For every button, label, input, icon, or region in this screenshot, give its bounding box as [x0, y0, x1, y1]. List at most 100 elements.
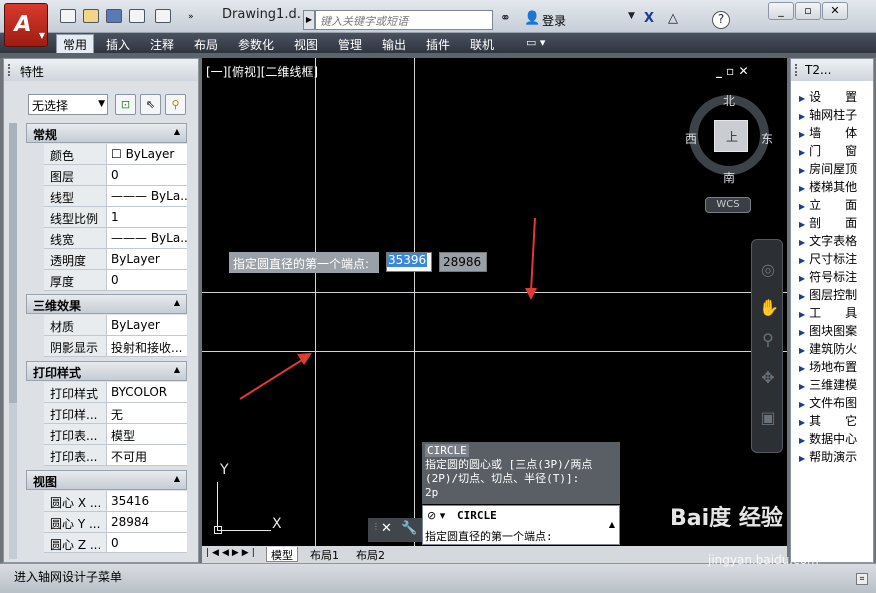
command-prompt-icon[interactable]: ⊘ ▾: [427, 509, 445, 522]
application-menu-button[interactable]: A ▼: [4, 3, 48, 47]
t2-menu-item[interactable]: ▶ 工 具: [799, 304, 873, 322]
more-tools-icon[interactable]: »: [188, 12, 194, 22]
prop-row[interactable]: 材质 ByLayer: [44, 315, 187, 336]
prop-value[interactable]: ByLayer: [108, 315, 187, 335]
prop-value[interactable]: ☐ ByLayer: [108, 144, 187, 164]
prop-value[interactable]: ByLayer: [108, 249, 187, 269]
t2-menu-item[interactable]: ▶ 图块图案: [799, 322, 873, 340]
t2-menu-item[interactable]: ▶ 墙 体: [799, 124, 873, 142]
tab-layout2[interactable]: 布局2: [352, 547, 389, 562]
close-button[interactable]: ✕: [822, 2, 848, 20]
prop-value[interactable]: 35416: [108, 491, 187, 511]
t2-menu-item[interactable]: ▶ 房间屋顶: [799, 160, 873, 178]
t2-menu-item[interactable]: ▶ 文字表格: [799, 232, 873, 250]
search-input[interactable]: 键入关键字或短语: [315, 10, 493, 30]
t2-menu-item[interactable]: ▶ 数据中心: [799, 430, 873, 448]
prop-value[interactable]: 1: [108, 207, 187, 227]
prop-row[interactable]: 圆心 Z ... 0: [44, 533, 187, 553]
command-line[interactable]: ⊘ ▾ CIRCLE 指定圆直径的第一个端点: ▲: [422, 505, 620, 545]
t2-menu-item[interactable]: ▶ 建筑防火: [799, 340, 873, 358]
prop-value[interactable]: 28984: [108, 512, 187, 532]
prop-row[interactable]: 线宽 ——— ByLa...: [44, 228, 187, 249]
tab-parametric[interactable]: 参数化: [232, 35, 280, 54]
layout-nav-icons[interactable]: |◀◀▶▶|: [206, 548, 258, 558]
minimize-button[interactable]: _: [768, 2, 794, 20]
prop-row[interactable]: 圆心 X ... 35416: [44, 491, 187, 512]
tab-manage[interactable]: 管理: [332, 35, 368, 54]
t2-menu-item[interactable]: ▶ 轴网柱子: [799, 106, 873, 124]
prop-row[interactable]: 打印表... 不可用: [44, 445, 187, 466]
select-objects-icon[interactable]: ⇖: [140, 94, 161, 115]
t2-menu-item[interactable]: ▶ 门 窗: [799, 142, 873, 160]
toggle-pickadd-icon[interactable]: ⊡: [115, 94, 136, 115]
prop-row[interactable]: 线型比例 1: [44, 207, 187, 228]
prop-value[interactable]: 0: [108, 533, 187, 552]
plot-icon[interactable]: [155, 9, 171, 23]
t2-menu-item[interactable]: ▶ 设 置: [799, 88, 873, 106]
grip-icon[interactable]: ⋮: [372, 522, 380, 531]
open-folder-icon[interactable]: [83, 9, 99, 23]
help-icon[interactable]: ?: [712, 11, 730, 29]
t2-menu-item[interactable]: ▶ 剖 面: [799, 214, 873, 232]
prop-row[interactable]: 圆心 Y ... 28984: [44, 512, 187, 533]
prop-row[interactable]: 阴影显示 投射和接收...: [44, 336, 187, 357]
tab-output[interactable]: 输出: [376, 35, 412, 54]
chevron-down-icon[interactable]: ▼: [628, 11, 635, 21]
grip-icon[interactable]: [8, 64, 12, 76]
tab-online[interactable]: 联机: [464, 35, 500, 54]
tab-layout1[interactable]: 布局1: [306, 547, 343, 562]
expand-history-icon[interactable]: ▲: [609, 520, 615, 529]
props-scrollbar[interactable]: [9, 123, 17, 559]
tab-annotate[interactable]: 注释: [144, 35, 180, 54]
t2-menu-item[interactable]: ▶ 其 它: [799, 412, 873, 430]
t2-menu-item[interactable]: ▶ 场地布置: [799, 358, 873, 376]
prop-value[interactable]: 无: [108, 403, 187, 423]
restore-button[interactable]: ▫: [795, 2, 821, 20]
binoculars-icon[interactable]: ⚭: [500, 11, 511, 26]
coord-y-input[interactable]: 28986: [439, 252, 487, 272]
t2-menu-item[interactable]: ▶ 文件布图: [799, 394, 873, 412]
login-button[interactable]: 登录: [542, 12, 566, 29]
prop-value[interactable]: ——— ByLa...: [108, 186, 187, 206]
prop-value[interactable]: 投射和接收...: [108, 336, 187, 356]
exchange-icon[interactable]: X: [644, 11, 654, 26]
prop-row[interactable]: 打印样式 BYCOLOR: [44, 382, 187, 403]
prop-value[interactable]: 0: [108, 270, 187, 290]
search-expand-icon[interactable]: ▶: [303, 10, 315, 30]
section-3d-effects[interactable]: 三维效果 ▲: [26, 294, 187, 314]
prop-row[interactable]: 打印表... 模型: [44, 424, 187, 445]
save-icon[interactable]: [106, 9, 122, 23]
t2-menu-item[interactable]: ▶ 立 面: [799, 196, 873, 214]
section-view[interactable]: 视图 ▲: [26, 470, 187, 490]
section-plot-style[interactable]: 打印样式 ▲: [26, 361, 187, 381]
wrench-icon[interactable]: 🔧: [401, 521, 417, 536]
t2-menu-item[interactable]: ▶ 图层控制: [799, 286, 873, 304]
prop-value[interactable]: 不可用: [108, 445, 187, 465]
t2-menu-item[interactable]: ▶ 三维建模: [799, 376, 873, 394]
prop-value[interactable]: 模型: [108, 424, 187, 444]
save-as-icon[interactable]: [129, 9, 145, 23]
prop-row[interactable]: 透明度 ByLayer: [44, 249, 187, 270]
command-input[interactable]: 指定圆直径的第一个端点:: [425, 528, 553, 544]
prop-row[interactable]: 颜色 ☐ ByLayer: [44, 144, 187, 165]
prop-row[interactable]: 线型 ——— ByLa...: [44, 186, 187, 207]
autodesk-icon[interactable]: △: [668, 11, 678, 26]
prop-value[interactable]: ——— ByLa...: [108, 228, 187, 248]
new-file-icon[interactable]: [60, 9, 76, 23]
tab-plugins[interactable]: 插件: [420, 35, 456, 54]
tab-layout[interactable]: 布局: [188, 35, 224, 54]
coord-x-input[interactable]: 35396: [386, 252, 432, 272]
ribbon-state-icon[interactable]: ▭ ▾: [526, 36, 545, 49]
t2-menu-item[interactable]: ▶ 符号标注: [799, 268, 873, 286]
tab-home[interactable]: 常用: [56, 34, 95, 53]
selection-dropdown[interactable]: 无选择 ▼: [28, 94, 108, 115]
prop-value[interactable]: BYCOLOR: [108, 382, 187, 402]
quick-select-icon[interactable]: ⚲: [165, 94, 186, 115]
section-general[interactable]: 常规 ▲: [26, 123, 187, 143]
prop-row[interactable]: 打印样... 无: [44, 403, 187, 424]
prop-row[interactable]: 图层 0: [44, 165, 187, 186]
close-icon[interactable]: ✕: [381, 521, 392, 536]
user-icon[interactable]: 👤: [524, 11, 540, 26]
t2-menu-item[interactable]: ▶ 楼梯其他: [799, 178, 873, 196]
prop-row[interactable]: 厚度 0: [44, 270, 187, 291]
